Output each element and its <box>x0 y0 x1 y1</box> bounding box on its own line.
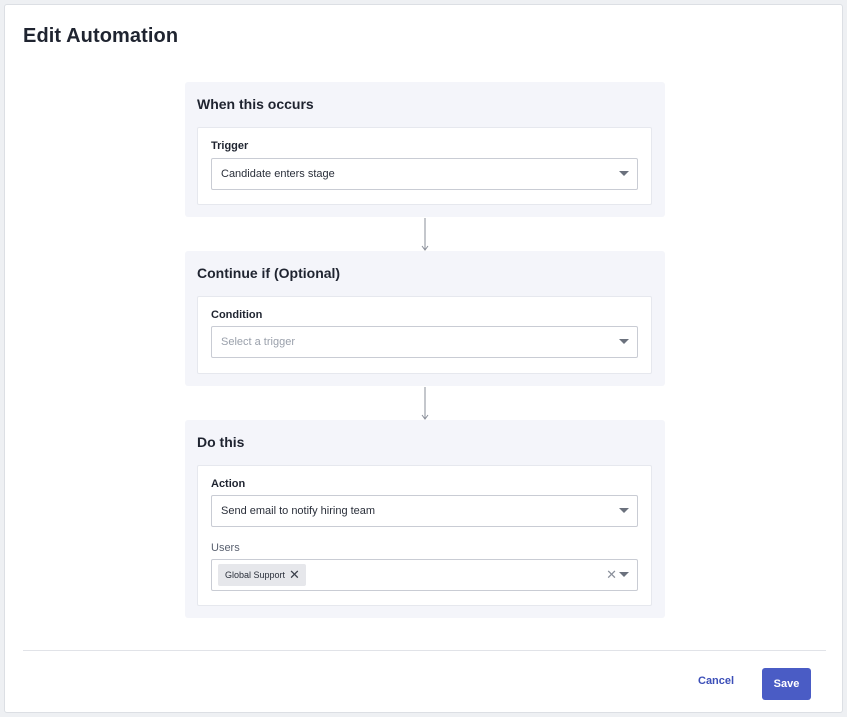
condition-field-label: Condition <box>211 309 263 321</box>
condition-select[interactable]: Select a trigger <box>211 326 638 358</box>
condition-section-title: Continue if (Optional) <box>197 265 341 281</box>
action-select[interactable]: Send email to notify hiring team <box>211 495 638 527</box>
action-section: Do this Action Send email to notify hiri… <box>185 420 665 618</box>
caret-down-icon <box>619 339 629 344</box>
action-select-value: Send email to notify hiring team <box>221 505 376 517</box>
action-field-label: Action <box>211 478 246 490</box>
trigger-section: When this occurs Trigger Candidate enter… <box>185 82 665 217</box>
arrow-down-icon <box>421 387 429 420</box>
save-button[interactable]: Save <box>762 668 811 700</box>
arrow-down-icon <box>421 218 429 251</box>
close-icon[interactable]: ✕ <box>289 568 300 581</box>
trigger-field-label: Trigger <box>211 140 249 152</box>
caret-down-icon <box>619 508 629 513</box>
edit-automation-modal: Edit Automation When this occurs Trigger… <box>4 4 843 713</box>
user-chip: Global Support ✕ <box>218 564 306 586</box>
condition-select-placeholder: Select a trigger <box>221 336 295 348</box>
clear-icon[interactable]: ✕ <box>606 567 617 583</box>
users-field-label: Users <box>211 542 240 554</box>
condition-card: Condition Select a trigger <box>197 296 652 374</box>
cancel-button[interactable]: Cancel <box>698 675 734 687</box>
trigger-section-title: When this occurs <box>197 96 314 112</box>
condition-section: Continue if (Optional) Condition Select … <box>185 251 665 386</box>
modal-title: Edit Automation <box>23 25 179 47</box>
trigger-card: Trigger Candidate enters stage <box>197 127 652 205</box>
trigger-select-value: Candidate enters stage <box>221 168 335 180</box>
caret-down-icon <box>619 171 629 176</box>
footer-divider <box>23 650 826 651</box>
caret-down-icon <box>619 572 629 577</box>
trigger-select[interactable]: Candidate enters stage <box>211 158 638 190</box>
user-chip-label: Global Support <box>225 570 286 580</box>
action-card: Action Send email to notify hiring team … <box>197 465 652 606</box>
users-multiselect[interactable]: Global Support ✕ ✕ <box>211 559 638 591</box>
action-section-title: Do this <box>197 434 245 450</box>
